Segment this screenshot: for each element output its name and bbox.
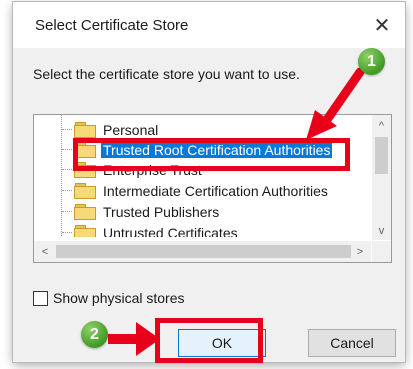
tree-viewport: Personal Trusted Root Certification Auth… <box>34 115 371 237</box>
folder-icon <box>74 225 96 237</box>
folder-icon <box>74 183 96 199</box>
tree-item-label: Enterprise Trust <box>103 161 202 178</box>
scroll-up-icon[interactable]: ^ <box>372 117 391 135</box>
show-physical-stores-option[interactable]: Show physical stores <box>33 290 185 306</box>
tree-item-label: Trusted Root Certification Authorities <box>101 141 333 158</box>
show-physical-stores-label[interactable]: Show physical stores <box>53 290 185 306</box>
tree-item-label: Untrusted Certificates <box>103 224 238 238</box>
ok-button[interactable]: OK <box>178 329 266 357</box>
close-button[interactable]: ✕ <box>365 10 399 42</box>
title-bar: Select Certificate Store ✕ <box>13 2 405 48</box>
tree-item-label: Personal <box>103 121 159 138</box>
show-physical-stores-checkbox[interactable] <box>33 290 48 306</box>
scroll-left-icon[interactable]: < <box>36 241 54 262</box>
folder-icon <box>74 204 96 220</box>
scrollbar-corner <box>372 241 391 262</box>
horizontal-scroll-thumb[interactable] <box>56 245 351 258</box>
vertical-scroll-thumb[interactable] <box>375 137 388 174</box>
tree-item-intermediate[interactable]: Intermediate Certification Authorities <box>62 180 330 201</box>
scroll-down-icon[interactable]: v <box>372 222 391 240</box>
certificate-store-tree[interactable]: Personal Trusted Root Certification Auth… <box>33 114 392 263</box>
folder-icon <box>74 142 96 158</box>
dialog-title: Select Certificate Store <box>35 17 189 34</box>
instruction-text: Select the certificate store you want to… <box>33 66 300 82</box>
tree-item-personal[interactable]: Personal <box>62 119 160 140</box>
folder-icon <box>74 162 96 178</box>
tree-item-label: Trusted Publishers <box>103 203 220 220</box>
tree-item-trusted-root[interactable]: Trusted Root Certification Authorities <box>62 139 333 160</box>
tree-item-label: Intermediate Certification Authorities <box>103 182 328 199</box>
vertical-scrollbar[interactable]: ^ v <box>372 115 391 240</box>
tree-item-trusted-publishers[interactable]: Trusted Publishers <box>62 201 221 222</box>
step-1-badge: 1 <box>358 48 385 75</box>
cancel-button[interactable]: Cancel <box>308 329 396 357</box>
close-icon: ✕ <box>373 15 391 37</box>
horizontal-scrollbar[interactable]: < > <box>34 241 371 262</box>
step-2-badge: 2 <box>81 321 108 348</box>
tree-item-untrusted[interactable]: Untrusted Certificates <box>62 222 240 237</box>
scroll-right-icon[interactable]: > <box>351 241 369 262</box>
folder-icon <box>74 122 96 138</box>
tree-item-enterprise-trust[interactable]: Enterprise Trust <box>62 159 204 180</box>
select-certificate-store-dialog: Select Certificate Store ✕ Select the ce… <box>13 2 405 362</box>
